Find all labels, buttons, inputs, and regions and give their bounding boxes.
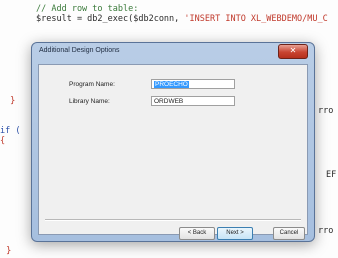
dialog-titlebar[interactable]: Additional Design Options ✕ (32, 43, 314, 63)
program-name-input[interactable]: PROECHO (151, 79, 235, 89)
code-fragment-ef: EF (326, 170, 337, 180)
code-fragment-rro-2: rro (318, 226, 334, 236)
library-name-input[interactable]: ORDWEB (151, 96, 235, 106)
button-separator (45, 219, 301, 221)
library-name-value: ORDWEB (154, 98, 184, 105)
code-exec-line: $result = db2_exec($db2conn, 'INSERT INT… (36, 14, 328, 24)
additional-design-options-dialog: Additional Design Options ✕ Program Name… (31, 42, 315, 242)
code-if-fragment: if ( (0, 126, 21, 136)
code-exec-call: $result = db2_exec($db2conn, (36, 14, 185, 24)
code-comment-line: // Add row to table: (36, 4, 139, 14)
dialog-title: Additional Design Options (39, 47, 120, 54)
program-name-row: Program Name: PROECHO (39, 79, 307, 91)
brace-close-1: } (10, 96, 16, 106)
close-button[interactable]: ✕ (278, 44, 308, 59)
brace-close-3: } (6, 246, 12, 256)
program-name-label: Program Name: (69, 81, 115, 88)
library-name-row: Library Name: ORDWEB (39, 96, 307, 108)
dialog-body: Program Name: PROECHO Library Name: ORDW… (38, 64, 308, 240)
code-sql-string: 'INSERT INTO XL_WEBDEMO/MU_C (184, 14, 328, 24)
back-button[interactable]: < Back (179, 227, 215, 240)
library-name-label: Library Name: (69, 98, 110, 105)
code-brace-open: { (0, 136, 6, 146)
close-icon: ✕ (289, 46, 297, 55)
next-button[interactable]: Next > (217, 227, 253, 240)
cancel-button[interactable]: Cancel (273, 227, 305, 240)
code-fragment-rro-1: rro (318, 106, 334, 116)
program-name-value: PROECHO (154, 81, 189, 88)
